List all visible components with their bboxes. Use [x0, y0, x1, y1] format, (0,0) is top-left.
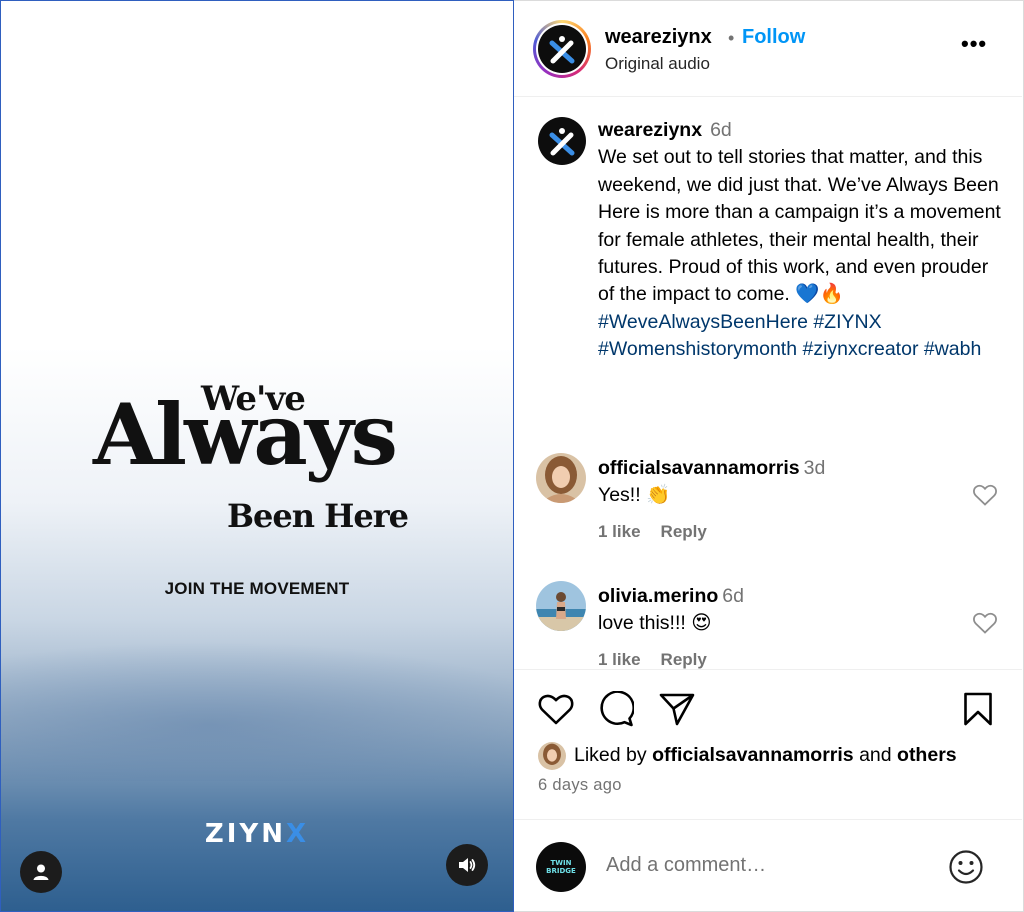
- commenter-avatar[interactable]: [536, 581, 586, 631]
- more-options-button[interactable]: •••: [961, 33, 987, 55]
- current-user-avatar[interactable]: TWIN BRIDGE: [536, 842, 586, 892]
- comment-time[interactable]: 6d: [722, 585, 744, 607]
- comment-username[interactable]: officialsavannamorris: [598, 457, 800, 479]
- liked-by-others[interactable]: others: [897, 744, 957, 766]
- post-media[interactable]: We've Always Been Here JOIN THE MOVEMENT…: [0, 0, 514, 912]
- comment-time[interactable]: 3d: [804, 457, 826, 479]
- sound-toggle-button[interactable]: [446, 844, 488, 886]
- post-header: weareziynx • Follow Original audio •••: [514, 1, 1022, 97]
- brand-logo-main: ZIYN: [204, 819, 287, 849]
- caption-hashtags[interactable]: #WeveAlwaysBeenHere #ZIYNX #Womenshistor…: [598, 309, 1008, 364]
- emoji-picker-button[interactable]: [948, 849, 984, 890]
- tagged-users-button[interactable]: [20, 851, 62, 893]
- author-username[interactable]: weareziynx: [605, 26, 712, 49]
- title-end: Been Here: [227, 497, 409, 535]
- brand-logo-x: X: [286, 819, 310, 849]
- user-icon: [33, 864, 49, 880]
- speaker-icon: [459, 858, 476, 872]
- add-comment-bar: TWIN BRIDGE Add a comment…: [514, 819, 1022, 912]
- reply-button[interactable]: Reply: [661, 650, 707, 669]
- commenter-avatar[interactable]: [536, 453, 586, 503]
- heart-icon: [973, 484, 997, 506]
- comment-button[interactable]: [598, 690, 635, 732]
- post-actions: Liked by officialsavannamorris and other…: [514, 669, 1022, 794]
- cta-text: JOIN THE MOVEMENT: [164, 579, 350, 598]
- caption-text: We set out to tell stories that matter, …: [598, 146, 1001, 306]
- bookmark-icon: [964, 692, 992, 726]
- comment-text: Yes!! 👏: [598, 484, 671, 506]
- comment-username[interactable]: olivia.merino: [598, 585, 718, 607]
- liked-by-user[interactable]: officialsavannamorris: [652, 744, 854, 766]
- avatar-text-top: TWIN: [550, 859, 572, 867]
- smiley-icon: [949, 850, 983, 884]
- reply-button[interactable]: Reply: [661, 522, 707, 541]
- liked-by-middle: and: [853, 744, 898, 766]
- comment-text: love this!!! 😍: [598, 612, 712, 634]
- comment-likes[interactable]: 1 like: [598, 650, 641, 669]
- post-sidebar: weareziynx • Follow Original audio ••• w…: [514, 0, 1024, 912]
- follow-button[interactable]: Follow: [742, 26, 805, 49]
- heart-icon: [973, 612, 997, 634]
- caption-time[interactable]: 6d: [710, 119, 732, 141]
- campaign-title: We've Always Been Here: [93, 379, 433, 539]
- liked-by-prefix: Liked by: [574, 744, 653, 766]
- post-caption: weareziynx 6d We set out to tell stories …: [598, 117, 1008, 364]
- share-button[interactable]: [659, 692, 695, 731]
- heart-icon: [538, 694, 574, 725]
- author-avatar[interactable]: [533, 20, 591, 78]
- media-wave-decoration: [1, 641, 513, 781]
- brand-logo: ZIYNX: [1, 819, 513, 849]
- header-separator: •: [728, 28, 735, 48]
- audio-label[interactable]: Original audio: [605, 54, 710, 74]
- comment-input[interactable]: Add a comment…: [606, 854, 766, 877]
- paper-plane-icon: [659, 693, 695, 726]
- caption-avatar[interactable]: [538, 117, 586, 165]
- comment-bubble-icon: [600, 690, 635, 727]
- ziynx-logo-icon: [549, 36, 575, 64]
- avatar-text-bottom: BRIDGE: [546, 867, 576, 875]
- save-button[interactable]: [963, 692, 993, 731]
- post-timestamp[interactable]: 6 days ago: [538, 776, 622, 795]
- ziynx-logo-icon: [549, 128, 575, 156]
- like-button[interactable]: [537, 692, 575, 731]
- comment-likes[interactable]: 1 like: [598, 522, 641, 541]
- caption-username[interactable]: weareziynx: [598, 119, 702, 141]
- comment-like-button[interactable]: [972, 611, 998, 640]
- comment-like-button[interactable]: [972, 483, 998, 512]
- title-big: Always: [93, 385, 398, 484]
- liker-avatar[interactable]: [538, 742, 566, 770]
